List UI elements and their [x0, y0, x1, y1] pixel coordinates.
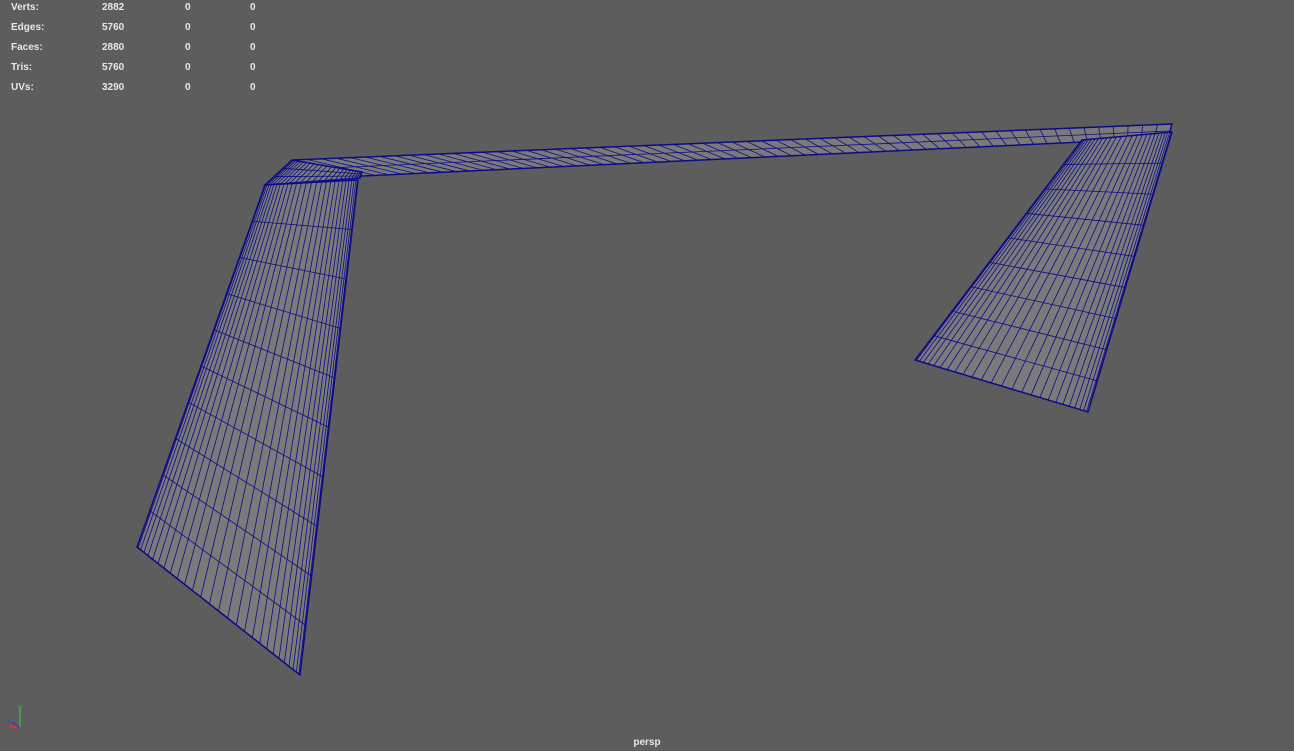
- hud-value: 0: [185, 22, 191, 33]
- hud-row-verts: Verts: 2882 0 0: [0, 2, 270, 16]
- hud-value: 0: [250, 2, 256, 13]
- hud-row-faces: Faces: 2880 0 0: [0, 42, 270, 56]
- hud-row-tris: Tris: 5760 0 0: [0, 62, 270, 76]
- camera-label: persp: [633, 737, 661, 748]
- hud-value: 0: [185, 82, 191, 93]
- mesh-left-leg[interactable]: [136, 179, 359, 677]
- hud-value: 5760: [102, 22, 125, 33]
- view-axis-icon: y z: [7, 703, 22, 729]
- axis-y-label: y: [18, 703, 22, 712]
- hud-label: Verts:: [11, 2, 39, 13]
- hud-value: 5760: [102, 62, 125, 73]
- hud-value: 0: [185, 2, 191, 13]
- 3d-viewport[interactable]: [0, 0, 1294, 751]
- hud-label: Tris:: [11, 62, 33, 73]
- hud-value: 2880: [102, 42, 125, 53]
- hud-value: 2882: [102, 2, 125, 13]
- hud-value: 0: [185, 42, 191, 53]
- mesh-top-bar[interactable]: [291, 123, 1174, 177]
- hud-row-edges: Edges: 5760 0 0: [0, 22, 270, 36]
- hud-label: Faces:: [11, 42, 43, 53]
- hud-value: 3290: [102, 82, 125, 93]
- hud-value: 0: [250, 82, 256, 93]
- mesh-right-leg[interactable]: [913, 131, 1174, 413]
- hud-value: 0: [250, 42, 256, 53]
- hud-value: 0: [185, 62, 191, 73]
- hud-label: Edges:: [11, 22, 45, 33]
- hud-label: UVs:: [11, 82, 34, 93]
- axis-z-label: z: [7, 718, 11, 725]
- hud-value: 0: [250, 62, 256, 73]
- hud-value: 0: [250, 22, 256, 33]
- mesh-edge: [326, 130, 1171, 169]
- hud-row-uvs: UVs: 3290 0 0: [0, 82, 270, 96]
